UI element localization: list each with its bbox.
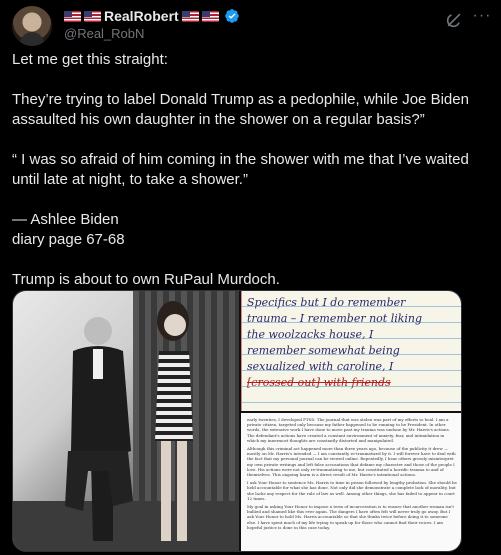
- more-icon[interactable]: ···: [472, 8, 492, 28]
- photo-girl-figure: [155, 301, 193, 541]
- typed-paragraph: Although this criminal act happened more…: [247, 446, 456, 478]
- us-flag-icon: [84, 10, 101, 22]
- us-flag-icon: [201, 10, 219, 22]
- handwritten-line: trauma – I remember not liking: [247, 312, 423, 325]
- tweet-paragraph: diary page 67-68: [12, 231, 125, 248]
- handwritten-text: Specifics but I do remember trauma – I r…: [247, 295, 459, 391]
- typed-paragraph: early twenties, I developed PTSD. The jo…: [247, 417, 450, 443]
- author-name-line[interactable]: RealRobert: [64, 8, 240, 24]
- tweet-header: RealRobert @Real_RobN ···: [12, 4, 492, 46]
- note-margin-line: [241, 291, 242, 411]
- tweet-paragraph: — Ashlee Biden: [12, 211, 119, 228]
- tweet-paragraph: Let me get this straight:: [12, 51, 168, 68]
- typed-letter-image: early twenties, I developed PTSD. The jo…: [241, 413, 461, 551]
- us-flag-icon: [64, 10, 81, 22]
- tweet-paragraph: They’re trying to label Donald Trump as …: [12, 91, 469, 128]
- grok-icon[interactable]: [444, 10, 464, 30]
- tweet-text: Let me get this straight: They’re trying…: [12, 50, 488, 290]
- media-attachment[interactable]: Specifics but I do remember trauma – I r…: [12, 290, 462, 552]
- author-handle[interactable]: @Real_RobN: [64, 26, 144, 41]
- document-images[interactable]: Specifics but I do remember trauma – I r…: [241, 291, 461, 551]
- tweet-paragraph: “ I was so afraid of him coming in the s…: [12, 151, 469, 188]
- display-name[interactable]: RealRobert: [104, 8, 179, 24]
- typed-paragraph: I ask Your Honor to sentence Ms. Harris …: [247, 480, 457, 501]
- tweet: RealRobert @Real_RobN ··· Let me get thi…: [0, 0, 501, 555]
- photo-man-figure: [65, 317, 133, 541]
- handwritten-line: the woolzacks house, I: [247, 328, 374, 341]
- handwritten-line: remember somewhat being: [247, 344, 400, 357]
- handwritten-line: [crossed out] with friends: [247, 376, 391, 389]
- handwritten-line: sexualized with caroline, I: [247, 360, 394, 373]
- handwritten-note-image: Specifics but I do remember trauma – I r…: [241, 291, 461, 411]
- typed-paragraph: My goal in asking Your Honor to impose a…: [247, 504, 454, 530]
- avatar[interactable]: [12, 6, 52, 46]
- handwritten-line: Specifics but I do remember: [247, 296, 406, 309]
- tweet-paragraph: Trump is about to own RuPaul Murdoch.: [12, 271, 280, 288]
- us-flag-icon: [181, 10, 199, 22]
- photo-image[interactable]: [13, 291, 239, 551]
- verified-badge-icon: [224, 9, 239, 23]
